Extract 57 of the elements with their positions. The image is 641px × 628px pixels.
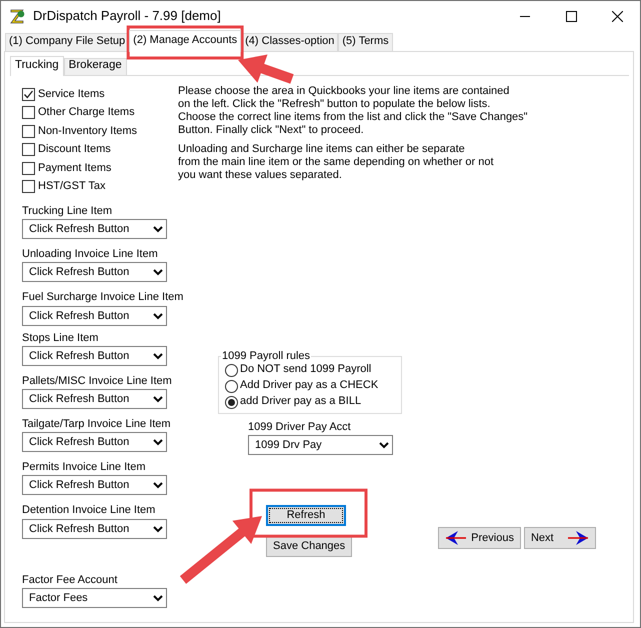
checkbox-label: Discount Items bbox=[38, 143, 111, 156]
dropdown[interactable]: Click Refresh Button bbox=[22, 346, 167, 366]
field-label: Permits Invoice Line Item bbox=[22, 461, 146, 474]
dropdown[interactable]: Click Refresh Button bbox=[22, 432, 167, 452]
checkbox[interactable] bbox=[22, 162, 35, 175]
field-label: Factor Fee Account bbox=[22, 574, 118, 587]
tab[interactable]: (4) Classes-option bbox=[241, 33, 338, 51]
previous-button[interactable]: Previous bbox=[438, 527, 521, 550]
checkbox[interactable] bbox=[22, 143, 35, 156]
dropdown[interactable]: Click Refresh Button bbox=[22, 518, 167, 538]
instruction-text: Unloading and Surcharge line items can either be separate from the main line item or the same depending on whether or not you want these values separated. bbox=[178, 143, 495, 182]
checkbox[interactable] bbox=[22, 88, 35, 101]
radio-button[interactable] bbox=[225, 396, 238, 408]
tab[interactable]: Brokerage bbox=[64, 58, 127, 75]
dropdown[interactable]: Click Refresh Button bbox=[22, 306, 167, 326]
close-icon[interactable] bbox=[612, 10, 622, 22]
checkbox-label: Service Items bbox=[38, 88, 105, 101]
maximize-icon[interactable] bbox=[566, 10, 576, 22]
checkbox[interactable] bbox=[22, 106, 35, 120]
checkbox-label: HST/GST Tax bbox=[38, 180, 106, 194]
field-label: Unloading Invoice Line Item bbox=[22, 248, 159, 262]
tab[interactable]: (2) Manage Accounts bbox=[129, 30, 242, 52]
field-label: Stops Line Item bbox=[22, 332, 100, 345]
checkbox-label: Payment Items bbox=[38, 162, 112, 175]
dropdown[interactable]: Click Refresh Button bbox=[22, 262, 167, 282]
checkbox-label: Other Charge Items bbox=[38, 106, 135, 120]
radio-button[interactable] bbox=[225, 380, 238, 392]
instruction-text: Please choose the area in Quickbooks your line items are contained on the left. Click the "Refresh" button to populate the below lists. Choose the correct line items from the list and click the "Save Changes" Button. Finally click "Next" to proceed. bbox=[178, 85, 529, 137]
checkbox[interactable] bbox=[22, 180, 35, 194]
app-icon bbox=[9, 7, 27, 25]
left-arrow-icon bbox=[445, 530, 468, 546]
window-title: DrDispatch Payroll - 7.99 [demo] bbox=[33, 8, 221, 24]
refresh-button[interactable]: Refresh bbox=[266, 505, 346, 526]
save-button[interactable]: Save Changes bbox=[266, 536, 352, 558]
dropdown[interactable]: Factor Fees bbox=[22, 588, 167, 608]
dropdown[interactable]: Click Refresh Button bbox=[22, 219, 167, 240]
tab[interactable]: (1) Company File Setup bbox=[5, 33, 130, 51]
checkbox[interactable] bbox=[22, 124, 35, 138]
right-arrow-icon bbox=[566, 530, 589, 546]
dropdown[interactable]: Click Refresh Button bbox=[22, 388, 167, 409]
checkbox-label: Non-Inventory Items bbox=[38, 124, 138, 138]
radio-label: Add Driver pay as a CHECK bbox=[240, 379, 378, 393]
field-label: Tailgate/Tarp Invoice Line Item bbox=[22, 418, 172, 432]
field-label: Detention Invoice Line Item bbox=[22, 504, 156, 518]
dropdown[interactable]: Click Refresh Button bbox=[22, 475, 167, 496]
field-label: 1099 Driver Pay Acct bbox=[248, 421, 352, 434]
field-label: Trucking Line Item bbox=[22, 205, 114, 218]
radio-button[interactable] bbox=[225, 364, 238, 376]
tab[interactable]: Trucking bbox=[10, 56, 64, 76]
dropdown[interactable]: 1099 Drv Pay bbox=[248, 435, 393, 456]
radio-label: Do NOT send 1099 Payroll bbox=[240, 363, 372, 377]
next-button[interactable]: Next bbox=[524, 527, 596, 550]
radio-label: add Driver pay as a BILL bbox=[240, 395, 362, 409]
group-title: 1099 Payroll rules bbox=[221, 350, 312, 362]
annotation-arrow bbox=[238, 54, 294, 84]
field-label: Pallets/MISC Invoice Line Item bbox=[22, 374, 173, 388]
tab[interactable]: (5) Terms bbox=[338, 33, 393, 51]
